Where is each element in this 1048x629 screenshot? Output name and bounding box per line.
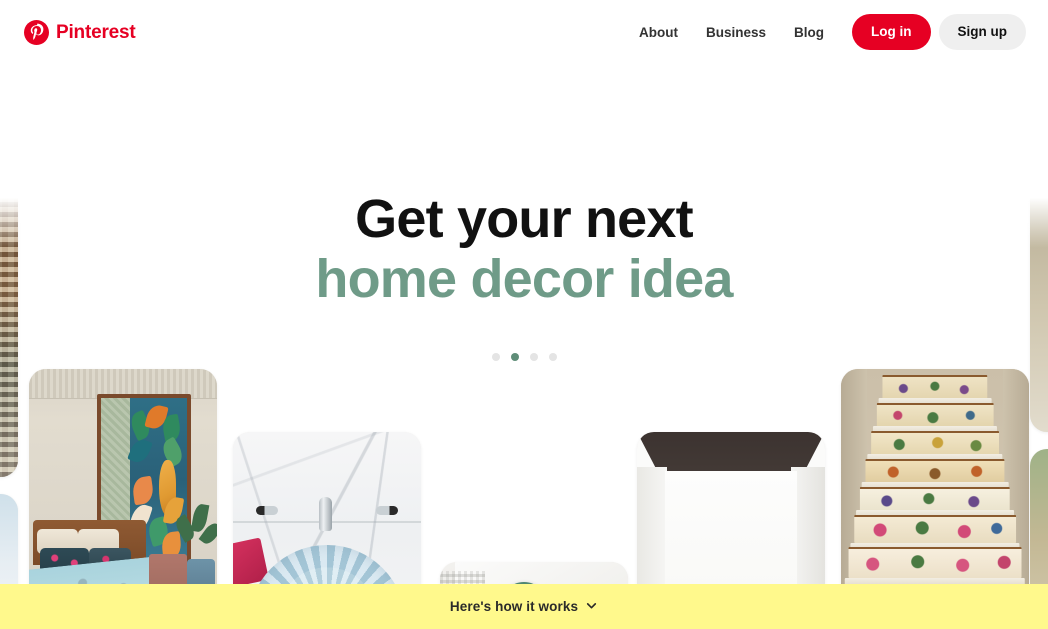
login-button[interactable]: Log in bbox=[852, 14, 931, 50]
collage-card-bathroom[interactable] bbox=[637, 432, 825, 584]
collage-image bbox=[1030, 449, 1048, 584]
collage-card-bedroom[interactable] bbox=[29, 369, 217, 584]
collage-card-sink[interactable] bbox=[233, 432, 421, 584]
collage-card-partial-right-bottom[interactable] bbox=[1030, 449, 1048, 584]
pinterest-logo[interactable]: Pinterest bbox=[24, 19, 136, 45]
image-collage bbox=[0, 64, 1048, 584]
carousel-dots bbox=[0, 353, 1048, 361]
pinterest-landing-page: Pinterest About Business Blog Log in Sig… bbox=[0, 0, 1048, 629]
signup-button[interactable]: Sign up bbox=[938, 14, 1026, 50]
collage-image bbox=[0, 182, 18, 477]
carousel-dot-2[interactable] bbox=[510, 353, 519, 361]
collage-image bbox=[440, 562, 628, 584]
collage-image bbox=[1030, 182, 1048, 432]
collage-image bbox=[233, 432, 421, 584]
nav-link-about[interactable]: About bbox=[625, 16, 692, 49]
collage-card-center-interior[interactable] bbox=[440, 562, 628, 584]
collage-card-partial-left-bottom[interactable] bbox=[0, 494, 18, 584]
collage-card-partial-right-top[interactable] bbox=[1030, 182, 1048, 432]
how-it-works-label: Here's how it works bbox=[449, 599, 579, 614]
chevron-down-icon bbox=[585, 599, 598, 615]
hero-section: Get your next home decor idea bbox=[0, 64, 1048, 584]
carousel-dot-1[interactable] bbox=[491, 353, 500, 361]
collage-image bbox=[637, 432, 825, 584]
site-header: Pinterest About Business Blog Log in Sig… bbox=[0, 0, 1048, 64]
brand-name: Pinterest bbox=[56, 21, 136, 43]
how-it-works-bar[interactable]: Here's how it works bbox=[0, 584, 1048, 629]
carousel-dot-3[interactable] bbox=[529, 353, 538, 361]
primary-nav: About Business Blog Log in Sign up bbox=[625, 14, 1026, 50]
collage-image bbox=[841, 369, 1029, 584]
collage-card-partial-left-top[interactable] bbox=[0, 182, 18, 477]
nav-link-business[interactable]: Business bbox=[692, 16, 780, 49]
pinterest-p-icon bbox=[24, 19, 49, 45]
collage-image bbox=[29, 369, 217, 584]
nav-link-blog[interactable]: Blog bbox=[780, 16, 838, 49]
collage-card-staircase[interactable] bbox=[841, 369, 1029, 584]
carousel-dot-4[interactable] bbox=[548, 353, 557, 361]
collage-image bbox=[0, 494, 18, 584]
